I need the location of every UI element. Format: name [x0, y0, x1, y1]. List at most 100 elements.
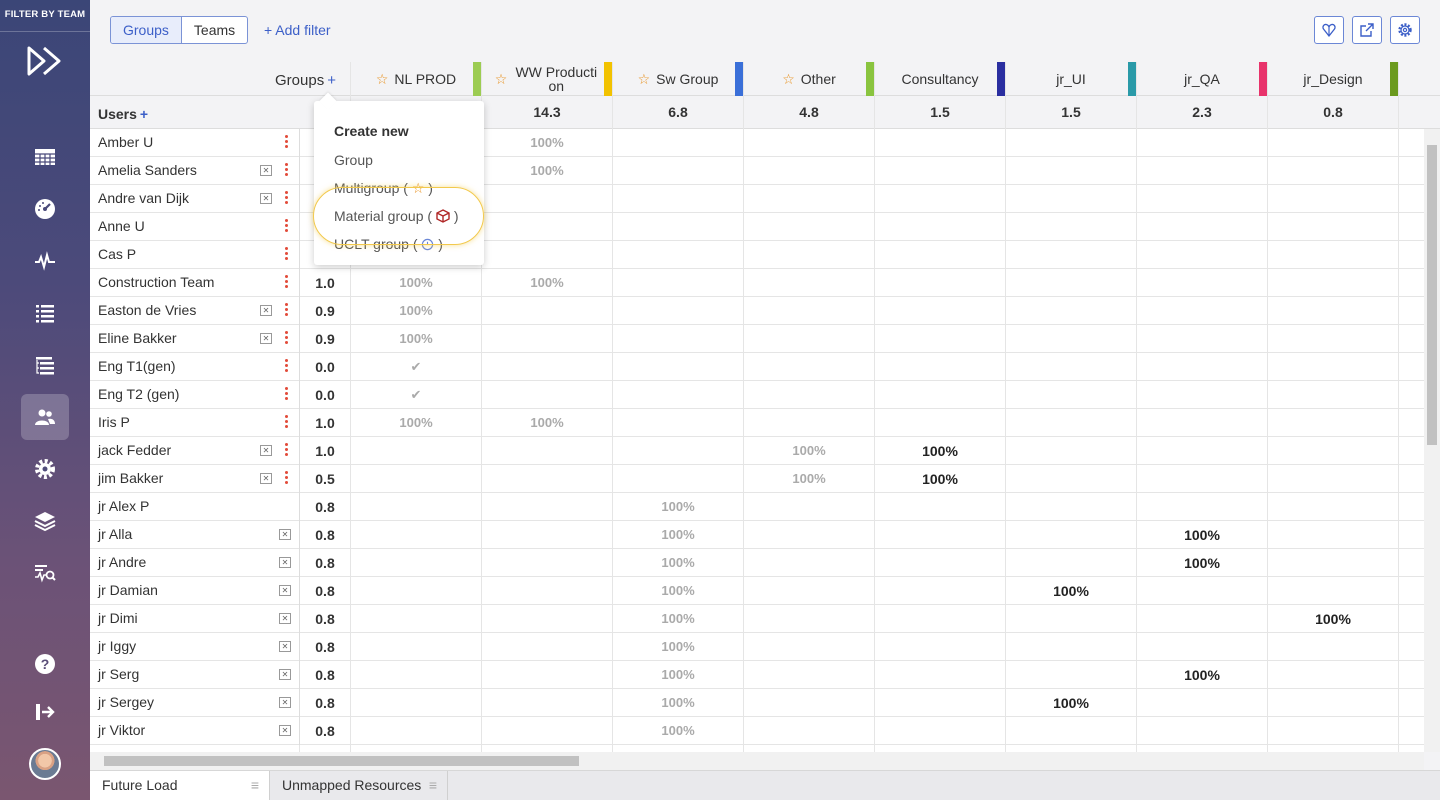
allocation-cell[interactable]: 100% [743, 465, 874, 493]
column-header[interactable]: jr_UI [1005, 62, 1136, 96]
calendar-grid-icon[interactable] [21, 134, 69, 180]
allocation-cell[interactable]: 100% [481, 157, 612, 185]
allocation-cell[interactable]: 100% [350, 297, 481, 325]
table-row[interactable]: jr Damian ✕ 0.8 100% 100% [90, 577, 1440, 605]
user-name[interactable]: Amber U [98, 134, 153, 150]
menu-icon[interactable]: ≡ [251, 771, 259, 799]
gear-icon[interactable] [21, 446, 69, 492]
remove-icon[interactable]: ✕ [260, 305, 272, 316]
column-header[interactable]: ☆ NL PROD [350, 62, 481, 96]
user-name[interactable]: Eng T2 (gen) [98, 386, 179, 402]
filter-by-team-title[interactable]: FILTER BY TEAM [0, 0, 90, 32]
allocation-cell[interactable]: 100% [612, 577, 743, 605]
allocation-cell[interactable]: 100% [1267, 605, 1398, 633]
user-name[interactable]: Amelia Sanders [98, 162, 197, 178]
add-group-button[interactable]: + [327, 72, 336, 89]
table-row[interactable]: jr Iggy ✕ 0.8 100% [90, 633, 1440, 661]
user-name[interactable]: Andre van Dijk [98, 190, 189, 206]
user-name[interactable]: Construction Team [98, 274, 214, 290]
user-name[interactable]: jr Sergey [98, 694, 154, 710]
column-header[interactable]: jr_Design [1267, 62, 1398, 96]
user-name[interactable]: jr Damian [98, 582, 158, 598]
tab-teams[interactable]: Teams [182, 17, 247, 43]
logo-fast-forward-icon[interactable] [27, 45, 63, 77]
remove-icon[interactable]: ✕ [279, 557, 291, 568]
user-name[interactable]: jr Serg [98, 666, 139, 682]
table-row[interactable]: Cas P [90, 241, 1440, 269]
table-row[interactable]: jr Alex P 0.8 100% [90, 493, 1440, 521]
row-menu-icon[interactable] [285, 218, 289, 234]
table-row[interactable]: jr Alla ✕ 0.8 100% 100% [90, 521, 1440, 549]
allocation-cell[interactable]: ✔ [350, 381, 481, 409]
create-group-option[interactable]: Group [334, 152, 373, 168]
table-row[interactable]: Amber U 100% [90, 129, 1440, 157]
row-menu-icon[interactable] [285, 274, 289, 290]
table-row[interactable]: Easton de Vries ✕ 0.9 100% [90, 297, 1440, 325]
user-name[interactable]: jr Andre [98, 554, 146, 570]
column-header[interactable]: jr_QA [1136, 62, 1267, 96]
remove-icon[interactable]: ✕ [279, 641, 291, 652]
table-row[interactable]: jr Viktor ✕ 0.8 100% [90, 717, 1440, 745]
user-name[interactable]: jim Bakker [98, 470, 163, 486]
allocation-cell[interactable]: 100% [743, 437, 874, 465]
filter-button[interactable] [1314, 16, 1344, 44]
user-name[interactable]: jr Viktor [98, 722, 145, 738]
export-button[interactable] [1352, 16, 1382, 44]
column-header[interactable]: ☆ Other [743, 62, 874, 96]
dashboard-gauge-icon[interactable] [21, 186, 69, 232]
user-name[interactable]: jr Iggy [98, 638, 136, 654]
user-name[interactable]: jr Dimi [98, 610, 138, 626]
user-name[interactable]: Iris P [98, 414, 130, 430]
list-icon[interactable] [21, 290, 69, 336]
logout-icon[interactable] [21, 689, 69, 735]
tree-list-icon[interactable] [21, 342, 69, 388]
allocation-cell[interactable]: 100% [481, 409, 612, 437]
remove-icon[interactable]: ✕ [260, 165, 272, 176]
allocation-cell[interactable]: ✔ [350, 353, 481, 381]
users-icon[interactable] [21, 394, 69, 440]
allocation-cell[interactable]: 100% [612, 521, 743, 549]
allocation-cell[interactable]: 100% [481, 129, 612, 157]
allocation-cell[interactable]: 100% [481, 269, 612, 297]
allocation-cell[interactable]: 100% [1136, 549, 1267, 577]
table-row[interactable]: jr Sergey ✕ 0.8 100% 100% [90, 689, 1440, 717]
remove-icon[interactable]: ✕ [279, 725, 291, 736]
user-name[interactable]: jr Alla [98, 526, 132, 542]
avatar[interactable] [29, 748, 61, 780]
table-row[interactable]: jr Andre ✕ 0.8 100% 100% [90, 549, 1440, 577]
table-row[interactable]: jr Serg ✕ 0.8 100% 100% [90, 661, 1440, 689]
row-menu-icon[interactable] [285, 246, 289, 262]
horizontal-scroll-thumb[interactable] [104, 756, 579, 766]
table-row[interactable]: Eng T1(gen) 0.0 ✔ [90, 353, 1440, 381]
allocation-cell[interactable]: 100% [1136, 661, 1267, 689]
activity-pulse-icon[interactable] [21, 238, 69, 284]
user-name[interactable]: Cas P [98, 246, 136, 262]
remove-icon[interactable]: ✕ [279, 669, 291, 680]
allocation-cell[interactable]: 100% [1005, 577, 1136, 605]
horizontal-scrollbar[interactable] [90, 752, 1424, 770]
row-menu-icon[interactable] [285, 190, 289, 206]
menu-icon[interactable]: ≡ [429, 771, 437, 799]
table-row[interactable]: Construction Team 1.0 100% 100% [90, 269, 1440, 297]
column-header[interactable]: ☆ WW Production [481, 62, 612, 96]
allocation-cell[interactable]: 100% [1136, 521, 1267, 549]
settings-button[interactable] [1390, 16, 1420, 44]
row-menu-icon[interactable] [285, 162, 289, 178]
table-row[interactable]: Eline Bakker ✕ 0.9 100% [90, 325, 1440, 353]
allocation-cell[interactable]: 100% [612, 661, 743, 689]
user-name[interactable]: Anne U [98, 218, 145, 234]
user-name[interactable]: jack Fedder [98, 442, 171, 458]
allocation-cell[interactable]: 100% [350, 409, 481, 437]
column-header[interactable]: ☆ Sw Group [612, 62, 743, 96]
remove-icon[interactable]: ✕ [260, 193, 272, 204]
allocation-cell[interactable]: 100% [612, 605, 743, 633]
table-row[interactable]: jack Fedder ✕ 1.0 100% 100% [90, 437, 1440, 465]
row-menu-icon[interactable] [285, 414, 289, 430]
analytics-search-icon[interactable] [21, 550, 69, 596]
remove-icon[interactable]: ✕ [279, 697, 291, 708]
remove-icon[interactable]: ✕ [279, 585, 291, 596]
table-row[interactable]: Eng T2 (gen) 0.0 ✔ [90, 381, 1440, 409]
allocation-cell[interactable]: 100% [874, 465, 1005, 493]
allocation-cell[interactable]: 100% [874, 437, 1005, 465]
row-menu-icon[interactable] [285, 442, 289, 458]
